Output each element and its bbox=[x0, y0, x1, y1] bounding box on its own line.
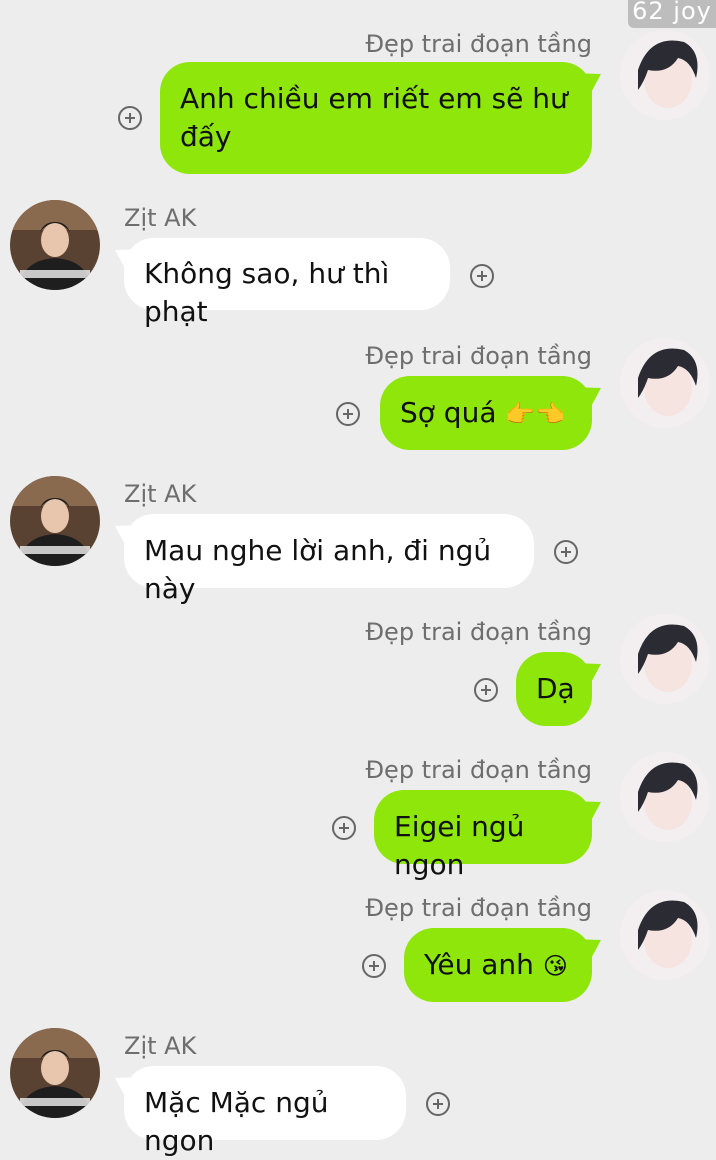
message-row: Zịt AK Mặc Mặc ngủ ngon bbox=[0, 1028, 716, 1157]
message-bubble[interactable]: Dạ bbox=[516, 652, 592, 726]
message-row: Đẹp trai đoạn tầng Sợ quá 👉👈 bbox=[0, 338, 716, 458]
message-row: Đẹp trai đoạn tầng Dạ bbox=[0, 614, 716, 734]
sender-name: Đẹp trai đoạn tầng bbox=[365, 618, 592, 646]
plus-circle-icon[interactable] bbox=[470, 264, 494, 288]
plus-circle-icon[interactable] bbox=[554, 540, 578, 564]
sender-name: Zịt AK bbox=[124, 1032, 197, 1060]
message-text: Dạ bbox=[536, 672, 575, 705]
message-row: Đẹp trai đoạn tầng Anh chiều em riết em … bbox=[0, 28, 716, 178]
plus-circle-icon[interactable] bbox=[336, 402, 360, 426]
sender-name: Đẹp trai đoạn tầng bbox=[365, 30, 592, 58]
message-bubble[interactable]: Anh chiều em riết em sẽ hư đấy bbox=[160, 62, 592, 174]
plus-circle-icon[interactable] bbox=[332, 816, 356, 840]
message-bubble[interactable]: Yêu anh 😘 bbox=[404, 928, 592, 1002]
kiss-face-icon: 😘 bbox=[542, 952, 568, 980]
message-bubble[interactable]: Eigei ngủ ngon bbox=[374, 790, 592, 881]
plus-circle-icon[interactable] bbox=[474, 678, 498, 702]
avatar[interactable] bbox=[10, 476, 100, 566]
plus-circle-icon[interactable] bbox=[426, 1092, 450, 1116]
avatar[interactable] bbox=[620, 890, 710, 980]
message-row: Zịt AK Không sao, hư thì phạt bbox=[0, 200, 716, 328]
message-text: Không sao, hư thì phạt bbox=[144, 257, 390, 328]
sender-name: Đẹp trai đoạn tầng bbox=[365, 756, 592, 784]
plus-circle-icon[interactable] bbox=[362, 954, 386, 978]
avatar[interactable] bbox=[10, 200, 100, 290]
message-text: Anh chiều em riết em sẽ hư bbox=[180, 82, 568, 115]
message-text: Yêu anh bbox=[424, 948, 534, 981]
sender-name: Zịt AK bbox=[124, 204, 197, 232]
avatar[interactable] bbox=[10, 1028, 100, 1118]
sender-name: Đẹp trai đoạn tầng bbox=[365, 342, 592, 370]
message-bubble[interactable]: Không sao, hư thì phạt bbox=[124, 238, 450, 328]
message-row: Đẹp trai đoạn tầng Eigei ngủ ngon bbox=[0, 752, 716, 881]
avatar[interactable] bbox=[620, 338, 710, 428]
sender-name: Zịt AK bbox=[124, 480, 197, 508]
message-bubble[interactable]: Sợ quá 👉👈 bbox=[380, 376, 592, 450]
message-text: đấy bbox=[180, 120, 232, 153]
message-row: Đẹp trai đoạn tầng Yêu anh 😘 bbox=[0, 890, 716, 1010]
message-text: Eigei ngủ ngon bbox=[394, 810, 525, 881]
message-bubble[interactable]: Mau nghe lời anh, đi ngủ này bbox=[124, 514, 534, 605]
avatar[interactable] bbox=[620, 752, 710, 842]
message-text: Mặc Mặc ngủ ngon bbox=[144, 1086, 329, 1157]
sender-name: Đẹp trai đoạn tầng bbox=[365, 894, 592, 922]
pointing-fingers-icon: 👉👈 bbox=[505, 400, 566, 428]
watermark: 62 joy bbox=[628, 0, 716, 28]
message-text: Mau nghe lời anh, đi ngủ này bbox=[144, 534, 492, 605]
message-bubble[interactable]: Mặc Mặc ngủ ngon bbox=[124, 1066, 406, 1157]
avatar[interactable] bbox=[620, 614, 710, 704]
message-text: Sợ quá bbox=[400, 396, 497, 429]
avatar[interactable] bbox=[620, 30, 710, 120]
message-row: Zịt AK Mau nghe lời anh, đi ngủ này bbox=[0, 476, 716, 605]
plus-circle-icon[interactable] bbox=[118, 106, 142, 130]
